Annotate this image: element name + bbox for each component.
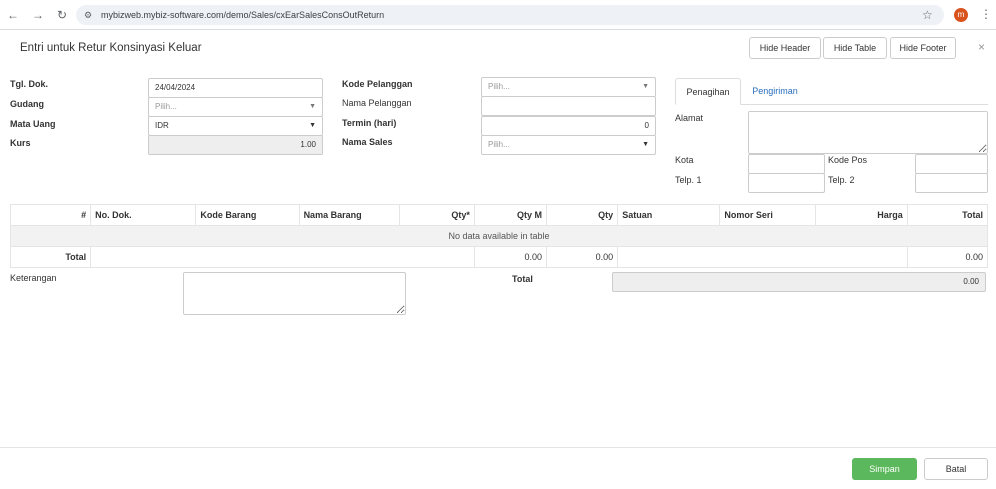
nama-sales-placeholder: Pilih...: [488, 140, 510, 149]
items-table: # No. Dok. Kode Barang Nama Barang Qty* …: [9, 204, 989, 268]
footer-total-value: 0.00: [906, 246, 989, 268]
col-kode-barang[interactable]: Kode Barang: [195, 204, 300, 226]
alamat-label: Alamat: [675, 113, 704, 123]
modal-footer-divider: [0, 447, 996, 448]
tgl-dok-input[interactable]: 24/04/2024: [148, 78, 323, 98]
col-qty-star[interactable]: Qty*: [398, 204, 475, 226]
mata-uang-select[interactable]: IDR ▼: [148, 116, 323, 136]
close-icon[interactable]: ×: [978, 40, 985, 54]
profile-avatar[interactable]: m: [954, 8, 968, 22]
cancel-button[interactable]: Batal: [924, 458, 988, 480]
tgl-dok-label: Tgl. Dok.: [10, 79, 48, 89]
url-text[interactable]: mybizweb.mybiz-software.com/demo/Sales/c…: [101, 9, 384, 21]
kota-input[interactable]: [748, 154, 825, 174]
col-index[interactable]: #: [9, 204, 92, 226]
tab-pengiriman[interactable]: Pengiriman: [745, 78, 805, 105]
termin-label: Termin (hari): [342, 118, 397, 128]
kode-pos-label: Kode Pos: [828, 155, 868, 165]
chevron-down-icon: ▼: [309, 122, 316, 129]
alamat-textarea[interactable]: [748, 111, 988, 154]
empty-row: No data available in table: [10, 225, 988, 247]
modal-title: Entri untuk Retur Konsinyasi Keluar: [20, 42, 202, 54]
bottom-total-value: 0.00: [963, 277, 979, 286]
footer-qty-m: 0.00: [473, 246, 548, 268]
col-total[interactable]: Total: [906, 204, 989, 226]
tab-penagihan[interactable]: Penagihan: [675, 78, 741, 105]
telp1-label: Telp. 1: [675, 175, 702, 185]
kurs-input: 1.00: [148, 135, 323, 155]
empty-message: No data available in table: [10, 225, 988, 247]
browser-toolbar: ← → ↻ ⚙ mybizweb.mybiz-software.com/demo…: [0, 0, 996, 30]
footer-spacer: [90, 246, 475, 268]
kode-pelanggan-select[interactable]: Pilih... ▼: [481, 77, 656, 97]
address-tabs: Penagihan Pengiriman: [675, 78, 988, 105]
termin-input[interactable]: 0: [481, 116, 656, 136]
telp1-input[interactable]: [748, 173, 825, 193]
telp2-label: Telp. 2: [828, 175, 855, 185]
hide-footer-button[interactable]: Hide Footer: [890, 37, 956, 59]
chevron-down-icon: ▼: [642, 83, 649, 90]
table-footer-row: Total 0.00 0.00 0.00: [9, 246, 989, 268]
kurs-label: Kurs: [10, 138, 31, 148]
footer-qty: 0.00: [546, 246, 619, 268]
mata-uang-label: Mata Uang: [10, 119, 56, 129]
kode-pelanggan-label: Kode Pelanggan: [342, 79, 413, 89]
bottom-total-label: Total: [512, 274, 533, 284]
address-bar[interactable]: ⚙ mybizweb.mybiz-software.com/demo/Sales…: [76, 5, 944, 25]
col-nomor-seri[interactable]: Nomor Seri: [719, 204, 816, 226]
hide-header-button[interactable]: Hide Header: [749, 37, 821, 59]
bottom-total-input: 0.00: [612, 272, 986, 292]
hide-table-button[interactable]: Hide Table: [823, 37, 887, 59]
col-harga[interactable]: Harga: [814, 204, 908, 226]
table-header-row: # No. Dok. Kode Barang Nama Barang Qty* …: [9, 204, 989, 226]
mata-uang-value: IDR: [155, 121, 169, 130]
back-icon[interactable]: ←: [6, 8, 20, 22]
keterangan-textarea[interactable]: [183, 272, 406, 315]
menu-kebab-icon[interactable]: ⋮: [980, 7, 992, 21]
kode-pelanggan-placeholder: Pilih...: [488, 82, 510, 91]
telp2-input[interactable]: [915, 173, 988, 193]
save-button[interactable]: Simpan: [852, 458, 917, 480]
termin-value: 0: [644, 121, 649, 130]
reload-icon[interactable]: ↻: [55, 8, 69, 22]
col-qty[interactable]: Qty: [546, 204, 619, 226]
chevron-down-icon: ▼: [642, 141, 649, 148]
gudang-placeholder: Pilih...: [155, 102, 177, 111]
footer-spacer: [617, 246, 908, 268]
forward-icon[interactable]: →: [31, 8, 45, 22]
nama-pelanggan-label: Nama Pelanggan: [342, 98, 412, 108]
gudang-select[interactable]: Pilih... ▼: [148, 97, 323, 117]
gudang-label: Gudang: [10, 99, 44, 109]
nama-pelanggan-input[interactable]: [481, 96, 656, 116]
col-nama-barang[interactable]: Nama Barang: [298, 204, 400, 226]
kode-pos-input[interactable]: [915, 154, 988, 174]
col-satuan[interactable]: Satuan: [617, 204, 721, 226]
tgl-dok-value: 24/04/2024: [155, 83, 196, 92]
bookmark-star-icon[interactable]: ☆: [922, 8, 933, 22]
keterangan-label: Keterangan: [10, 273, 57, 283]
footer-total-label: Total: [9, 246, 92, 268]
site-info-icon[interactable]: ⚙: [84, 10, 94, 20]
chevron-down-icon: ▼: [309, 103, 316, 110]
nama-sales-select[interactable]: Pilih... ▼: [481, 135, 656, 155]
col-qty-m[interactable]: Qty M: [473, 204, 548, 226]
kota-label: Kota: [675, 155, 694, 165]
nama-sales-label: Nama Sales: [342, 137, 393, 147]
kurs-value: 1.00: [300, 140, 316, 149]
col-no-dok[interactable]: No. Dok.: [90, 204, 197, 226]
